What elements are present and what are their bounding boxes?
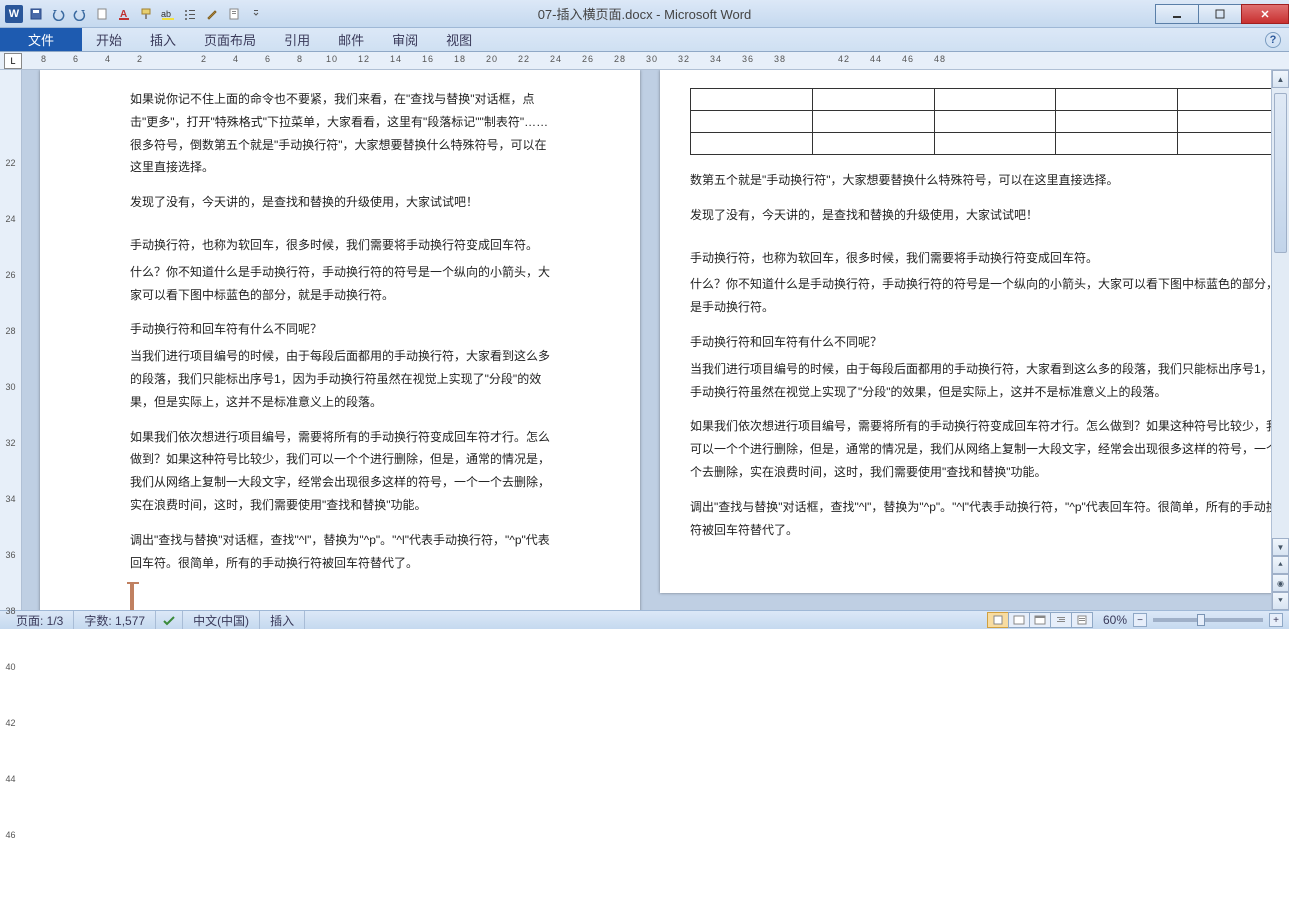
new-icon[interactable]	[92, 4, 112, 24]
scroll-track[interactable]	[1272, 88, 1289, 538]
scroll-thumb[interactable]	[1274, 93, 1287, 253]
word-count[interactable]: 字数: 1,577	[74, 611, 156, 629]
body-text: 数第五个就是"手动换行符"，大家想要替换什么特殊符号，可以在这里直接选择。	[690, 169, 1271, 192]
web-layout-view-icon[interactable]	[1029, 612, 1051, 628]
insert-mode[interactable]: 插入	[260, 611, 305, 629]
quick-access-toolbar: W A ab	[0, 4, 266, 24]
body-text: 什么？你不知道什么是手动换行符，手动换行符的符号是一个纵向的小箭头，大家可以看下…	[690, 273, 1271, 319]
tab-layout[interactable]: 页面布局	[190, 28, 270, 51]
table-row	[691, 133, 1272, 155]
page-2[interactable]: 数第五个就是"手动换行符"，大家想要替换什么特殊符号，可以在这里直接选择。 发现…	[660, 70, 1271, 593]
body-text: 手动换行符和回车符有什么不同呢？	[690, 331, 1271, 354]
horizontal-ruler-row: L 86422468101214161820222426283032343638…	[0, 52, 1289, 70]
zoom-out-button[interactable]: −	[1133, 613, 1147, 627]
tab-home[interactable]: 开始	[82, 28, 136, 51]
body-text: 手动换行符，也称为软回车，很多时候，我们需要将手动换行符变成回车符。	[130, 234, 550, 257]
tab-file[interactable]: 文件	[0, 28, 82, 51]
body-text: 调出"查找与替换"对话框，查找"^l"，替换为"^p"。"^l"代表手动换行符，…	[130, 529, 550, 575]
document-area: 22242628303234363840424446 如果说你记不住上面的命令也…	[0, 70, 1289, 610]
body-text: 发现了没有，今天讲的，是查找和替换的升级使用，大家试试吧！	[130, 191, 550, 214]
language-indicator[interactable]: 中文(中国)	[183, 611, 260, 629]
maximize-button[interactable]	[1198, 4, 1242, 24]
outline-view-icon[interactable]	[1050, 612, 1072, 628]
status-bar: 页面: 1/3 字数: 1,577 中文(中国) 插入 60% − +	[0, 610, 1289, 629]
body-text: 手动换行符和回车符有什么不同呢？	[130, 318, 550, 341]
word-app-icon[interactable]: W	[4, 4, 24, 24]
body-text: 调出"查找与替换"对话框，查找"^l"，替换为"^p"。"^l"代表手动换行符，…	[690, 496, 1271, 542]
document-icon[interactable]	[224, 4, 244, 24]
window-title: 07-插入横页面.docx - Microsoft Word	[538, 4, 752, 23]
body-text: 手动换行符，也称为软回车，很多时候，我们需要将手动换行符变成回车符。	[690, 247, 1271, 270]
title-bar: W A ab 07-插入横页面.docx - Microsoft Word	[0, 0, 1289, 28]
page-indicator[interactable]: 页面: 1/3	[6, 611, 74, 629]
landscape-table[interactable]	[690, 88, 1271, 155]
svg-text:ab: ab	[161, 9, 171, 19]
bullet-list-icon[interactable]	[180, 4, 200, 24]
zoom-thumb[interactable]	[1197, 614, 1205, 626]
body-text: 什么？你不知道什么是手动换行符，手动换行符的符号是一个纵向的小箭头，大家可以看下…	[130, 261, 550, 307]
vertical-ruler[interactable]: 22242628303234363840424446	[0, 70, 22, 610]
save-icon[interactable]	[26, 4, 46, 24]
window-buttons	[1156, 4, 1289, 24]
zoom-control: 60% − +	[1103, 613, 1283, 627]
tab-view[interactable]: 视图	[432, 28, 486, 51]
minimize-button[interactable]	[1155, 4, 1199, 24]
full-screen-view-icon[interactable]	[1008, 612, 1030, 628]
edit-icon[interactable]	[202, 4, 222, 24]
view-buttons	[988, 612, 1093, 628]
highlight-icon[interactable]: ab	[158, 4, 178, 24]
pages-container[interactable]: 如果说你记不住上面的命令也不要紧，我们来看，在"查找与替换"对话框，点击"更多"…	[22, 70, 1271, 610]
scroll-down-button[interactable]: ▼	[1272, 538, 1289, 556]
print-layout-view-icon[interactable]	[987, 612, 1009, 628]
scroll-up-button[interactable]: ▲	[1272, 70, 1289, 88]
tab-insert[interactable]: 插入	[136, 28, 190, 51]
table-row	[691, 111, 1272, 133]
draft-view-icon[interactable]	[1071, 612, 1093, 628]
word-letter-icon: W	[5, 5, 23, 23]
tab-mailings[interactable]: 邮件	[324, 28, 378, 51]
body-text: 发现了没有，今天讲的，是查找和替换的升级使用，大家试试吧！	[690, 204, 1271, 227]
qat-dropdown-icon[interactable]	[246, 4, 266, 24]
body-text: 如果我们依次想进行项目编号，需要将所有的手动换行符变成回车符才行。怎么做到？如果…	[130, 426, 550, 517]
ribbon-tabs: 文件 开始 插入 页面布局 引用 邮件 审阅 视图 ?	[0, 28, 1289, 52]
zoom-slider[interactable]	[1153, 618, 1263, 622]
tab-selector[interactable]: L	[4, 53, 22, 69]
body-text: 如果说你记不住上面的命令也不要紧，我们来看，在"查找与替换"对话框，点击"更多"…	[130, 88, 550, 179]
next-page-button[interactable]: ⯆	[1272, 592, 1289, 610]
spell-check-icon[interactable]	[156, 611, 183, 629]
close-button[interactable]	[1241, 4, 1289, 24]
table-row	[691, 89, 1272, 111]
format-painter-icon[interactable]	[136, 4, 156, 24]
body-text: 当我们进行项目编号的时候，由于每段后面都用的手动换行符，大家看到这么多的段落，我…	[130, 345, 550, 413]
browse-object-button[interactable]: ◉	[1272, 574, 1289, 592]
zoom-in-button[interactable]: +	[1269, 613, 1283, 627]
vertical-scrollbar[interactable]: ▲ ▼ ⯅ ◉ ⯆	[1271, 70, 1289, 610]
body-text: 当我们进行项目编号的时候，由于每段后面都用的手动换行符，大家看到这么多的段落，我…	[690, 358, 1271, 404]
undo-icon[interactable]	[48, 4, 68, 24]
font-color-icon[interactable]: A	[114, 4, 134, 24]
page-1[interactable]: 如果说你记不住上面的命令也不要紧，我们来看，在"查找与替换"对话框，点击"更多"…	[40, 70, 640, 610]
zoom-level[interactable]: 60%	[1103, 613, 1127, 627]
tab-references[interactable]: 引用	[270, 28, 324, 51]
body-text: 如果我们依次想进行项目编号，需要将所有的手动换行符变成回车符才行。怎么做到？如果…	[690, 415, 1271, 483]
redo-icon[interactable]	[70, 4, 90, 24]
prev-page-button[interactable]: ⯅	[1272, 556, 1289, 574]
cursor-mark-icon	[130, 584, 134, 610]
horizontal-ruler[interactable]: 8642246810121416182022242628303234363842…	[28, 53, 1283, 69]
help-icon[interactable]: ?	[1265, 32, 1281, 48]
tab-review[interactable]: 审阅	[378, 28, 432, 51]
